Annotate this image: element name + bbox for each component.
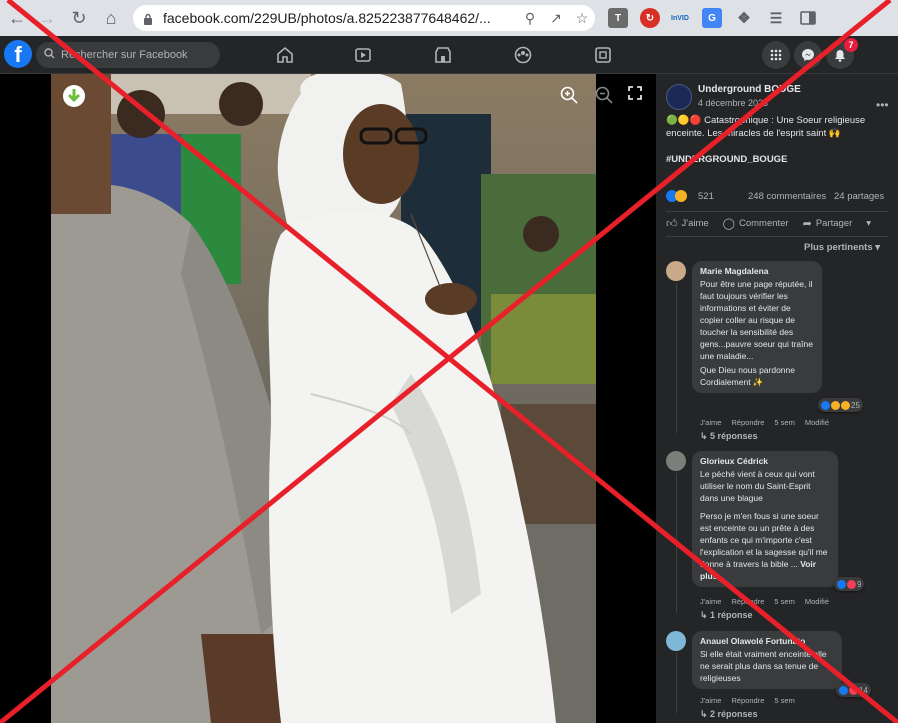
search-icon	[44, 46, 55, 64]
post-photo	[51, 74, 596, 723]
comment-reactions[interactable]: 9	[834, 577, 865, 591]
comment-text: Pour être une page réputée, il faut touj…	[700, 279, 813, 361]
media-queue-icon[interactable]: ☰	[766, 8, 786, 28]
comment-author[interactable]: Anauel Olawolé Fortunato	[700, 636, 834, 646]
comment-author[interactable]: Marie Magdalena	[700, 266, 814, 276]
gaming-nav-icon[interactable]	[590, 42, 616, 68]
comment-text: Si elle était vraiment enceinte elle ne …	[700, 649, 827, 683]
address-bar[interactable]: facebook.com/229UB/photos/a.825223877648…	[133, 5, 595, 31]
view-replies-link[interactable]: ↳ 1 réponse	[700, 610, 753, 621]
comment-edited: Modifié	[804, 418, 830, 427]
comment-like-link[interactable]: J'aime	[700, 597, 721, 606]
comment-bubble: Marie Magdalena Pour être une page réput…	[692, 261, 822, 393]
view-replies-link[interactable]: ↳ 2 réponses	[700, 709, 758, 720]
groups-nav-icon[interactable]	[510, 42, 536, 68]
comment-icon: ◯	[722, 218, 735, 230]
zoom-out-icon[interactable]	[595, 86, 613, 109]
comment-time[interactable]: 5 sem	[774, 418, 794, 427]
comment-reactions[interactable]: 25	[818, 398, 863, 412]
view-replies-link[interactable]: ↳ 5 réponses	[700, 431, 758, 442]
post-details-panel: Underground BOUGE 4 décembre 2023 ••• 🟢🟡…	[656, 74, 898, 723]
back-icon[interactable]: ←	[2, 3, 32, 33]
commenter-avatar[interactable]	[666, 261, 686, 281]
shares-count[interactable]: 24 partages	[834, 191, 884, 202]
comment-text: Perso je m'en fous si une soeur est ence…	[700, 511, 828, 581]
translate-icon[interactable]: G	[702, 8, 722, 28]
comment-edited: Modifié	[804, 597, 830, 606]
comment-text: Le péché vient à ceux qui vont utiliser …	[700, 469, 815, 503]
audience-dropdown-icon[interactable]: ▾	[866, 217, 871, 230]
comment-button[interactable]: ◯ Commenter	[723, 217, 789, 230]
watch-nav-icon[interactable]	[350, 42, 376, 68]
extensions-puzzle-icon[interactable]: ❖	[734, 8, 754, 28]
post-hashtag[interactable]: #UNDERGROUND_BOUGE	[666, 154, 787, 165]
forward-icon[interactable]: →	[32, 3, 62, 33]
menu-grid-icon[interactable]	[762, 41, 790, 69]
comment-text: Que Dieu nous pardonne Cordialement ✨	[700, 365, 795, 387]
side-panel-icon[interactable]	[798, 8, 818, 28]
comment-meta: J'aime Répondre 5 sem Modifié	[700, 597, 839, 606]
comment-reply-link[interactable]: Répondre	[731, 597, 764, 606]
extension-invid-icon[interactable]: InVID	[670, 8, 690, 28]
marketplace-nav-icon[interactable]	[430, 42, 456, 68]
comment-reactions[interactable]: 14	[836, 683, 871, 697]
zoom-in-icon[interactable]	[560, 86, 578, 109]
comment-author[interactable]: Glorieux Cédrick	[700, 456, 830, 466]
browser-toolbar: ← → ↻ ⌂ facebook.com/229UB/photos/a.8252…	[0, 0, 898, 36]
share-icon[interactable]: ↗	[543, 10, 569, 27]
lock-icon	[143, 12, 153, 25]
comments-count[interactable]: 248 commentaires	[748, 191, 826, 202]
more-options-icon[interactable]: •••	[876, 98, 889, 112]
extension-t-icon[interactable]: T	[608, 8, 628, 28]
comment-sort-dropdown[interactable]: Plus pertinents ▾	[804, 242, 880, 253]
download-icon[interactable]	[62, 84, 86, 113]
post-stats: 521 248 commentaires 24 partages	[666, 190, 888, 204]
facebook-logo[interactable]: f	[4, 40, 32, 68]
comment-like-link[interactable]: J'aime	[700, 696, 721, 705]
notification-count-badge: 7	[844, 38, 858, 52]
page-avatar[interactable]	[666, 84, 692, 110]
comment-bubble: Anauel Olawolé Fortunato Si elle était v…	[692, 631, 842, 689]
share-arrow-icon: ➦	[802, 218, 812, 230]
comment-bubble: Glorieux Cédrick Le péché vient à ceux q…	[692, 451, 838, 587]
post-date[interactable]: 4 décembre 2023	[698, 98, 768, 108]
search-box[interactable]	[36, 42, 220, 68]
thread-line	[676, 283, 677, 433]
reactions-count[interactable]: 521	[698, 191, 714, 202]
reload-icon[interactable]: ↻	[64, 3, 94, 33]
post-actions: 👍︎ J'aime ◯ Commenter ➦ Partager ▾	[666, 217, 894, 230]
home-nav-icon[interactable]	[272, 42, 298, 68]
like-button[interactable]: 👍︎ J'aime	[666, 217, 709, 230]
comment-time[interactable]: 5 sem	[774, 696, 794, 705]
commenter-avatar[interactable]	[666, 451, 686, 471]
search-input[interactable]	[61, 49, 211, 61]
extension-red-icon[interactable]: ↻	[640, 8, 660, 28]
post-text: 🟢🟡🔴 Catastrophique : Une Soeur religieus…	[666, 115, 866, 139]
comment-like-link[interactable]: J'aime	[700, 418, 721, 427]
fullscreen-icon[interactable]	[628, 86, 642, 105]
comment-reply-link[interactable]: Répondre	[731, 418, 764, 427]
comment-time[interactable]: 5 sem	[774, 597, 794, 606]
thread-line	[676, 473, 677, 613]
facebook-header: f	[0, 36, 898, 74]
comment-reply-link[interactable]: Répondre	[731, 696, 764, 705]
bookmark-star-icon[interactable]: ☆	[569, 10, 595, 27]
divider	[666, 211, 888, 212]
divider	[666, 236, 888, 237]
home-icon[interactable]: ⌂	[96, 3, 126, 33]
share-button[interactable]: ➦ Partager	[803, 217, 853, 230]
haha-reaction-icon	[675, 190, 687, 202]
comment-meta: J'aime Répondre 5 sem Modifié	[700, 418, 839, 427]
comment-meta: J'aime Répondre 5 sem	[700, 696, 805, 705]
url-text: facebook.com/229UB/photos/a.825223877648…	[163, 10, 491, 26]
page-name[interactable]: Underground BOUGE	[698, 84, 801, 95]
commenter-avatar[interactable]	[666, 631, 686, 651]
thumbs-up-icon: 👍︎	[666, 218, 678, 230]
thread-line	[676, 653, 677, 713]
zoom-icon[interactable]: ⚲	[517, 10, 543, 27]
messenger-icon[interactable]	[794, 41, 822, 69]
